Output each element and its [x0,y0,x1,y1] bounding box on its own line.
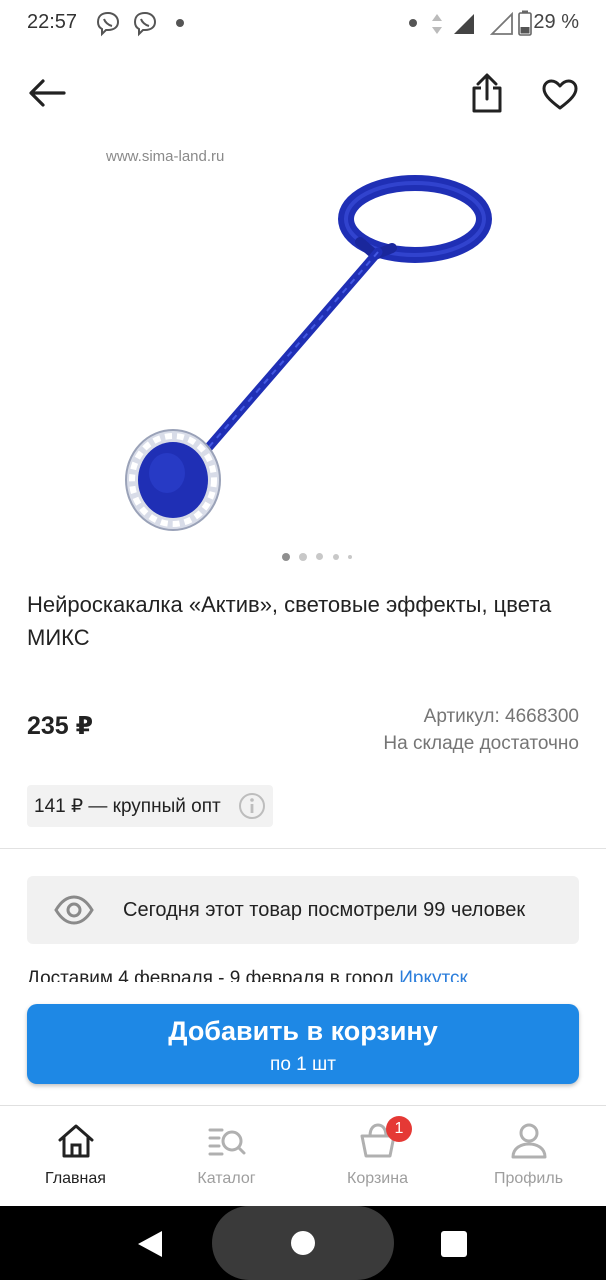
viber-icon [96,11,120,37]
nav-label-cart: Корзина [347,1170,408,1187]
pager-dot[interactable] [299,553,307,561]
cart-count-badge: 1 [386,1116,412,1142]
notification-dot-icon [176,19,184,27]
system-home-button[interactable] [212,1206,394,1280]
product-image[interactable] [110,170,510,540]
home-dot-icon [291,1231,315,1255]
views-info-card: Сегодня этот товар посмотрели 99 человек [27,876,579,944]
data-arrows-icon [432,14,442,34]
nav-item-home[interactable]: Главная [0,1110,151,1206]
signal-icon [490,12,513,35]
nav-item-cart[interactable]: Корзина [302,1110,453,1206]
system-recents-icon[interactable] [441,1231,467,1257]
wholesale-price-text: 141 ₽ — крупный опт [34,796,221,817]
eye-icon [54,895,94,925]
section-divider [0,848,606,849]
product-title: Нейроскакалка «Актив», световые эффекты,… [27,592,552,650]
image-watermark: www.sima-land.ru [106,148,225,165]
catalog-search-icon [208,1128,245,1156]
image-pager[interactable] [282,553,362,563]
product-price: 235 ₽ [27,712,94,740]
profile-icon [511,1123,546,1159]
battery-percent: 29 % [533,11,579,33]
share-icon [472,73,502,113]
signal-icon [454,14,474,34]
system-navigation-bar [0,1206,606,1280]
add-to-cart-button[interactable]: Добавить в корзину по 1 шт [27,1004,579,1084]
system-back-icon[interactable] [136,1229,164,1259]
delivery-city-link[interactable]: Иркутск [399,968,468,982]
viber-icon [133,11,157,37]
battery-icon [518,10,532,36]
delivery-text: Доставим 4 февраля - 9 февраля в город [27,968,400,982]
back-button[interactable] [24,70,70,116]
home-icon [58,1124,93,1158]
info-icon[interactable] [238,792,266,820]
product-sku: Артикул: 4668300 [423,706,579,727]
heart-icon [542,79,578,110]
dot-icon [409,19,417,27]
pager-dot[interactable] [333,554,339,560]
wholesale-price-chip[interactable]: 141 ₽ — крупный опт [27,785,273,827]
status-bar: 22:57 29 % [0,0,606,48]
nav-label-catalog: Каталог [197,1170,256,1187]
pager-dot-active[interactable] [282,553,290,561]
stock-status: На складе достаточно [383,733,579,754]
pager-dot[interactable] [348,555,352,559]
arrow-left-icon [29,79,66,107]
status-time: 22:57 [27,11,78,33]
share-button[interactable] [464,70,510,116]
nav-label-profile: Профиль [493,1170,564,1187]
add-to-cart-quantity: по 1 шт [270,1054,336,1075]
favorite-button[interactable] [537,72,583,118]
bottom-nav-divider [0,1105,606,1106]
nav-item-catalog[interactable]: Каталог [151,1110,302,1206]
pager-dot[interactable] [316,553,323,560]
delivery-info: Доставим 4 февраля - 9 февраля в город И… [27,966,579,982]
add-to-cart-label: Добавить в корзину [168,1016,438,1046]
nav-item-profile[interactable]: Профиль [453,1110,604,1206]
nav-label-home: Главная [45,1170,106,1187]
views-text: Сегодня этот товар посмотрели 99 человек [123,899,526,921]
